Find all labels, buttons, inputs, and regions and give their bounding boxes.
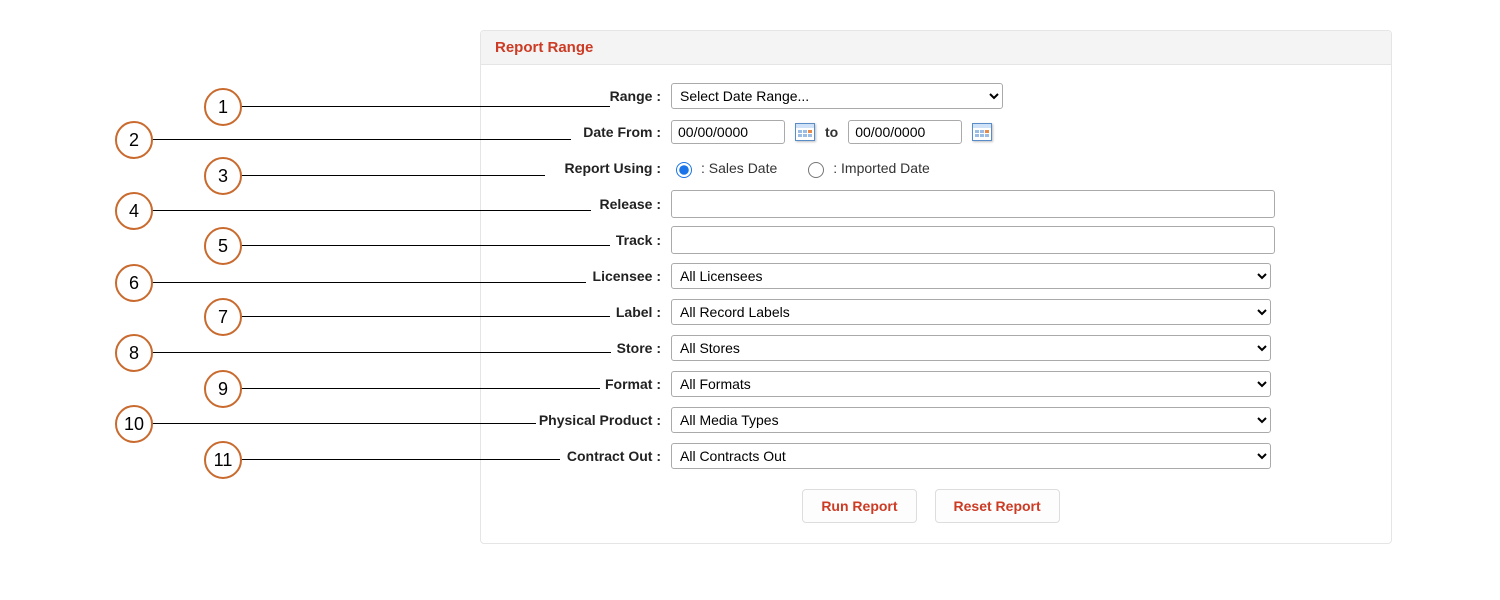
run-report-button[interactable]: Run Report: [802, 489, 916, 523]
callout-8: 8: [115, 334, 153, 372]
release-input[interactable]: [671, 190, 1275, 218]
radio-sales-date[interactable]: [676, 162, 692, 178]
licensee-select[interactable]: All Licensees: [671, 263, 1271, 289]
label-label: Label :: [491, 304, 671, 320]
row-release: Release :: [491, 187, 1371, 221]
callout-1: 1: [204, 88, 242, 126]
calendar-icon[interactable]: [795, 123, 815, 141]
row-format: Format : All Formats: [491, 367, 1371, 401]
callout-9: 9: [204, 370, 242, 408]
physical-product-select[interactable]: All Media Types: [671, 407, 1271, 433]
label-to: to: [825, 124, 838, 140]
row-label: Label : All Record Labels: [491, 295, 1371, 329]
report-range-panel: Report Range Range : Select Date Range..…: [480, 30, 1392, 544]
panel-body: Range : Select Date Range... Date From :…: [481, 65, 1391, 543]
radio-imported-date[interactable]: [808, 162, 824, 178]
callout-6: 6: [115, 264, 153, 302]
button-row: Run Report Reset Report: [491, 489, 1371, 523]
reset-report-button[interactable]: Reset Report: [935, 489, 1060, 523]
panel-title: Report Range: [481, 31, 1391, 65]
format-select[interactable]: All Formats: [671, 371, 1271, 397]
row-licensee: Licensee : All Licensees: [491, 259, 1371, 293]
leader-6: [151, 282, 586, 283]
leader-8: [151, 352, 611, 353]
label-report-using: Report Using :: [491, 160, 671, 176]
callout-3: 3: [204, 157, 242, 195]
leader-10: [151, 423, 536, 424]
label-select[interactable]: All Record Labels: [671, 299, 1271, 325]
range-select[interactable]: Select Date Range...: [671, 83, 1003, 109]
radio-imported-date-label: : Imported Date: [833, 160, 930, 176]
leader-2: [151, 139, 571, 140]
label-store: Store :: [491, 340, 671, 356]
leader-9: [240, 388, 600, 389]
calendar-icon[interactable]: [972, 123, 992, 141]
row-contract-out: Contract Out : All Contracts Out: [491, 439, 1371, 473]
row-track: Track :: [491, 223, 1371, 257]
date-from-input[interactable]: [671, 120, 785, 144]
callout-2: 2: [115, 121, 153, 159]
store-select[interactable]: All Stores: [671, 335, 1271, 361]
row-report-using: Report Using : : Sales Date : Imported D…: [491, 151, 1371, 185]
contract-out-select[interactable]: All Contracts Out: [671, 443, 1271, 469]
callout-4: 4: [115, 192, 153, 230]
row-physical-product: Physical Product : All Media Types: [491, 403, 1371, 437]
label-range: Range :: [491, 88, 671, 104]
callout-5: 5: [204, 227, 242, 265]
leader-4: [151, 210, 591, 211]
row-store: Store : All Stores: [491, 331, 1371, 365]
callout-7: 7: [204, 298, 242, 336]
callout-10: 10: [115, 405, 153, 443]
leader-7: [240, 316, 610, 317]
label-contract-out: Contract Out :: [491, 448, 671, 464]
row-date-from: Date From : to: [491, 115, 1371, 149]
track-input[interactable]: [671, 226, 1275, 254]
callout-11: 11: [204, 441, 242, 479]
radio-sales-date-label: : Sales Date: [701, 160, 777, 176]
leader-11: [240, 459, 560, 460]
label-physical-product: Physical Product :: [491, 412, 671, 428]
date-to-input[interactable]: [848, 120, 962, 144]
label-date-from: Date From :: [491, 124, 671, 140]
row-range: Range : Select Date Range...: [491, 79, 1371, 113]
leader-3: [240, 175, 545, 176]
leader-1: [240, 106, 610, 107]
label-format: Format :: [491, 376, 671, 392]
leader-5: [240, 245, 610, 246]
